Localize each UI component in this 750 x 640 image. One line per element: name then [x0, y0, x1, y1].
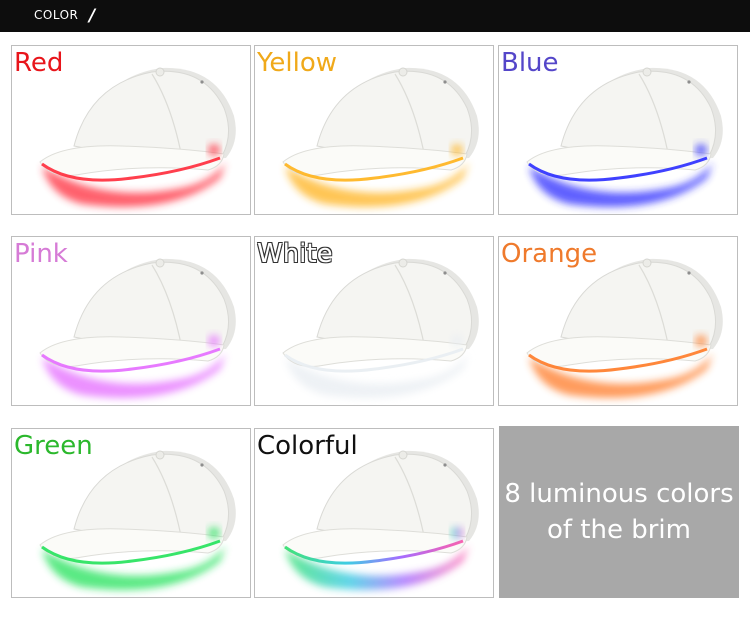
color-label-pink: Pink — [14, 239, 68, 269]
color-label-red: Red — [14, 48, 64, 78]
color-panel-yellow: Yellow — [254, 45, 494, 215]
info-line-1: 8 luminous colors — [504, 479, 734, 509]
info-line-2: of the brim — [546, 515, 691, 545]
color-panel-blue: Blue — [498, 45, 738, 215]
color-label-green: Green — [14, 431, 93, 461]
color-panel-colorful: Colorful — [254, 428, 494, 598]
header-bar: COLOR / — [0, 0, 750, 32]
header-title: COLOR — [34, 8, 79, 22]
color-label-orange: Orange — [501, 239, 598, 269]
color-panel-pink: Pink — [11, 236, 251, 406]
color-panel-white: White — [254, 236, 494, 406]
header-slash: / — [89, 6, 96, 26]
color-panel-orange: Orange — [498, 236, 738, 406]
color-panel-red: Red — [11, 45, 251, 215]
color-label-blue: Blue — [501, 48, 559, 78]
color-label-colorful: Colorful — [257, 431, 358, 461]
color-label-white: White — [257, 239, 333, 269]
color-label-yellow: Yellow — [257, 48, 338, 78]
info-box: 8 luminous colors of the brim — [499, 426, 739, 598]
color-panel-green: Green — [11, 428, 251, 598]
